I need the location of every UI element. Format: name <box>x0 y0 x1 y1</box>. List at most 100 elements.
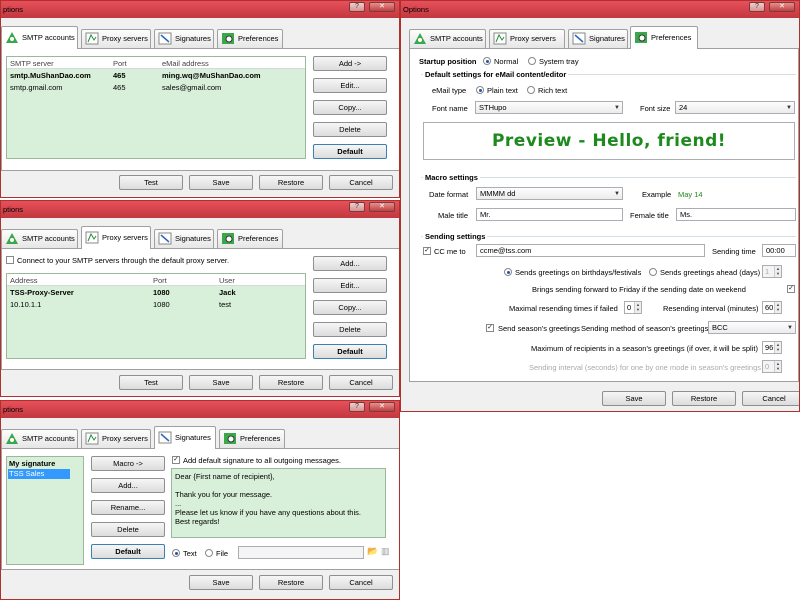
table-row[interactable]: 10.10.1.1 1080 test <box>7 300 305 311</box>
default-button[interactable]: Default <box>91 544 165 559</box>
tab-smtp-accounts[interactable]: SMTP accounts <box>1 26 78 49</box>
close-icon[interactable]: ✕ <box>369 202 395 212</box>
help-icon[interactable]: ? <box>349 202 365 212</box>
spin-arrows-icon[interactable]: ▲ ▼ <box>774 342 781 353</box>
file-path-field[interactable] <box>238 546 364 559</box>
greet-ahead-spinner[interactable]: 1 ▲ ▼ <box>762 265 782 278</box>
save-button[interactable]: Save <box>189 375 253 390</box>
help-icon[interactable]: ? <box>749 2 765 12</box>
cancel-button[interactable]: Cancel <box>329 375 393 390</box>
use-proxy-checkbox[interactable] <box>6 256 14 264</box>
delete-button[interactable]: Delete <box>313 122 387 137</box>
copy-button[interactable]: Copy... <box>313 300 387 315</box>
startup-tray-radio[interactable] <box>528 57 536 65</box>
save-button[interactable]: Save <box>602 391 666 406</box>
clear-icon[interactable]: ▥ <box>381 546 390 557</box>
tab-signatures[interactable]: Signatures <box>154 426 216 449</box>
tab-proxy-servers[interactable]: Proxy servers <box>489 29 565 48</box>
tab-preferences[interactable]: Preferences <box>630 26 698 49</box>
add-button[interactable]: Add... <box>91 478 165 493</box>
restore-button[interactable]: Restore <box>259 575 323 590</box>
restore-button[interactable]: Restore <box>259 375 323 390</box>
font-name-select[interactable]: STHupo ▼ <box>475 101 623 114</box>
table-row[interactable]: smtp.gmail.com 465 sales@gmail.com <box>7 83 305 94</box>
max-recipients-spinner[interactable]: 96 ▲ ▼ <box>762 341 782 354</box>
greet-birthdays-radio[interactable] <box>504 268 512 276</box>
text-radio[interactable] <box>172 549 180 557</box>
table-row[interactable]: smtp.MuShanDao.com 465 ming.wq@MuShanDao… <box>7 71 305 82</box>
help-icon[interactable]: ? <box>349 402 365 412</box>
startup-normal-radio[interactable] <box>483 57 491 65</box>
rich-text-radio[interactable] <box>527 86 535 94</box>
save-button[interactable]: Save <box>189 175 253 190</box>
spin-arrows-icon[interactable]: ▲ ▼ <box>634 302 641 313</box>
help-icon[interactable]: ? <box>349 2 365 12</box>
tab-signatures[interactable]: Signatures <box>154 229 214 248</box>
tab-proxy-servers[interactable]: Proxy servers <box>81 29 151 48</box>
title-bar[interactable]: ptions ? ✕ <box>1 401 399 418</box>
tab-signatures[interactable]: Signatures <box>568 29 628 48</box>
table-row[interactable]: TSS-Proxy-Server 1080 Jack <box>7 288 305 299</box>
cancel-button[interactable]: Cancel <box>742 391 799 406</box>
delete-button[interactable]: Delete <box>91 522 165 537</box>
title-bar[interactable]: ptions ? ✕ <box>1 1 399 18</box>
close-icon[interactable]: ✕ <box>369 2 395 12</box>
tab-smtp-accounts[interactable]: SMTP accounts <box>1 429 78 448</box>
tab-preferences[interactable]: Preferences <box>217 229 283 248</box>
test-button[interactable]: Test <box>119 175 183 190</box>
file-radio[interactable] <box>205 549 213 557</box>
max-resend-spinner[interactable]: 0 ▲ ▼ <box>624 301 642 314</box>
proxy-servers-table[interactable]: Address Port User TSS-Proxy-Server 1080 … <box>6 273 306 359</box>
male-title-field[interactable]: Mr. <box>476 208 623 221</box>
tab-smtp-accounts[interactable]: SMTP accounts <box>1 229 78 248</box>
add-button[interactable]: Add... <box>313 256 387 271</box>
smtp-accounts-table[interactable]: SMTP server Port eMail address smtp.MuSh… <box>6 56 306 159</box>
restore-button[interactable]: Restore <box>672 391 736 406</box>
signature-list[interactable]: My signature TSS Sales <box>6 456 84 565</box>
copy-button[interactable]: Copy... <box>313 100 387 115</box>
greet-ahead-radio[interactable] <box>649 268 657 276</box>
plain-text-radio[interactable] <box>476 86 484 94</box>
restore-button[interactable]: Restore <box>259 175 323 190</box>
spin-arrows-icon[interactable]: ▲ ▼ <box>774 361 781 372</box>
macro-button[interactable]: Macro -> <box>91 456 165 471</box>
title-bar[interactable]: ptions ? ✕ <box>1 201 399 218</box>
save-button[interactable]: Save <box>189 575 253 590</box>
date-format-select[interactable]: MMMM dd ▼ <box>476 187 623 200</box>
interval-one-spinner[interactable]: 0 ▲ ▼ <box>762 360 782 373</box>
test-button[interactable]: Test <box>119 375 183 390</box>
signature-body[interactable]: Dear {First name of recipient}, Thank yo… <box>171 468 386 538</box>
delete-button[interactable]: Delete <box>313 322 387 337</box>
cc-me-field[interactable]: ccme@tss.com <box>476 244 705 257</box>
spin-arrows-icon[interactable]: ▲ ▼ <box>774 302 781 313</box>
list-item[interactable]: My signature <box>9 459 55 468</box>
female-title-field[interactable]: Ms. <box>676 208 796 221</box>
tab-signatures[interactable]: Signatures <box>154 29 214 48</box>
sending-time-field[interactable]: 00:00 <box>762 244 796 257</box>
list-item-selected[interactable]: TSS Sales <box>8 469 70 479</box>
cancel-button[interactable]: Cancel <box>329 175 393 190</box>
close-icon[interactable]: ✕ <box>369 402 395 412</box>
tab-proxy-servers[interactable]: Proxy servers <box>81 429 151 448</box>
season-method-select[interactable]: BCC ▼ <box>708 321 796 334</box>
title-bar[interactable]: Options ? ✕ <box>401 1 799 18</box>
cancel-button[interactable]: Cancel <box>329 575 393 590</box>
font-size-select[interactable]: 24 ▼ <box>675 101 795 114</box>
rename-button[interactable]: Rename... <box>91 500 165 515</box>
cc-me-checkbox[interactable]: ✓ <box>423 247 431 255</box>
spin-arrows-icon[interactable]: ▲ ▼ <box>774 266 781 277</box>
tab-preferences[interactable]: Preferences <box>217 29 283 48</box>
resend-interval-spinner[interactable]: 60 ▲ ▼ <box>762 301 782 314</box>
default-button[interactable]: Default <box>313 344 387 359</box>
edit-button[interactable]: Edit... <box>313 278 387 293</box>
default-signature-checkbox[interactable]: ✓ <box>172 456 180 464</box>
tab-smtp-accounts[interactable]: SMTP accounts <box>409 29 486 48</box>
default-button[interactable]: Default <box>313 144 387 159</box>
folder-icon[interactable]: 📂 <box>367 546 378 557</box>
bring-forward-checkbox[interactable]: ✓ <box>787 285 795 293</box>
season-send-checkbox[interactable]: ✓ <box>486 324 494 332</box>
close-icon[interactable]: ✕ <box>769 2 795 12</box>
add-button[interactable]: Add -> <box>313 56 387 71</box>
tab-proxy-servers[interactable]: Proxy servers <box>81 226 151 249</box>
tab-preferences[interactable]: Preferences <box>219 429 285 448</box>
